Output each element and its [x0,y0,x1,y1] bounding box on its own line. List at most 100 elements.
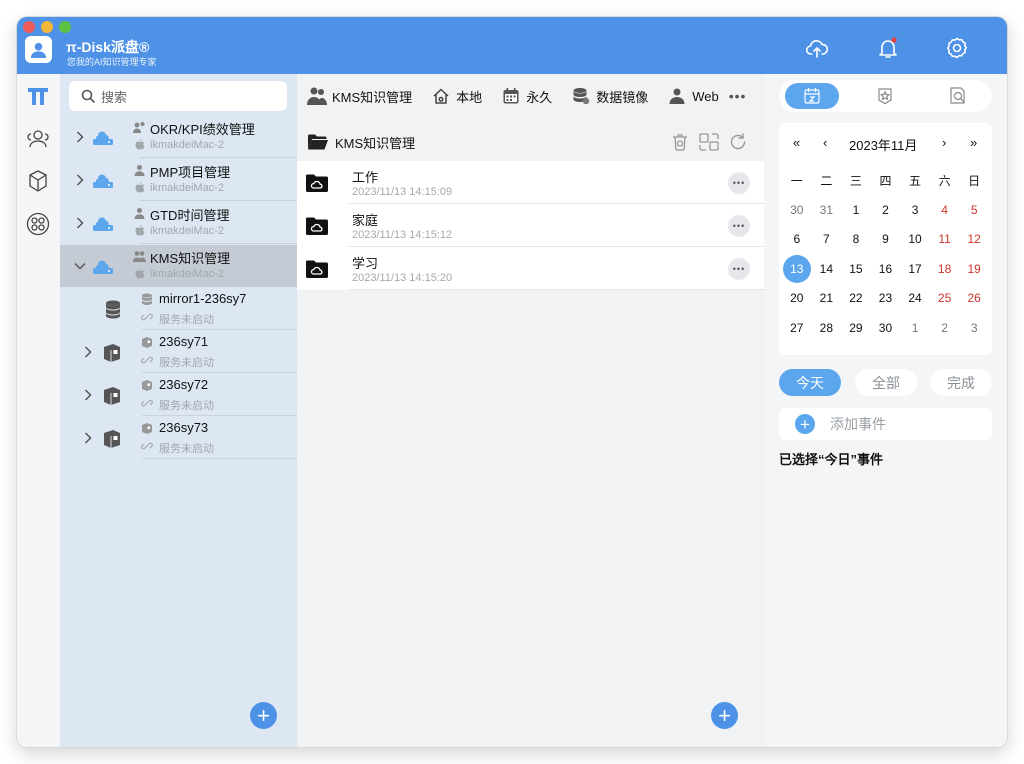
tree-node[interactable]: GTD时间管理 ikmakdeiMac-2 [60,202,297,244]
apple-icon [135,182,145,193]
more-tabs-button[interactable]: ••• [729,88,747,104]
file-row[interactable]: 工作 2023/11/13 14:15:09 ••• [297,161,764,204]
calendar-day[interactable]: 7 [812,232,842,246]
tab-data-mirror[interactable]: 数据镜像 [570,86,648,106]
chevron-right-icon[interactable] [80,430,96,446]
calendar-day[interactable]: 30 [782,203,812,217]
file-more-button[interactable]: ••• [728,172,750,194]
add-server-button[interactable]: + [250,702,277,729]
calendar-day[interactable]: 2 [871,203,901,217]
favorites-view-tab[interactable] [858,83,912,109]
calendar-day[interactable]: 3 [900,203,930,217]
calendar-day[interactable]: 23 [871,291,901,305]
chevron-right-icon[interactable] [80,387,96,403]
file-more-button[interactable]: ••• [728,258,750,280]
next-month-button[interactable]: › [942,135,946,150]
prev-year-button[interactable]: « [793,135,800,150]
chevron-right-icon[interactable] [72,172,88,188]
day-number: 1 [911,320,919,335]
calendar-day[interactable]: 26 [959,291,989,305]
file-more-button[interactable]: ••• [728,215,750,237]
add-event-input[interactable]: + 添加事件 [779,408,992,440]
tree-child-node[interactable]: 236sy71 服务未启动 [60,331,297,373]
day-number: 7 [823,232,830,247]
calendar-day[interactable]: 25 [930,291,960,305]
calendar-day[interactable]: 20 [782,291,812,305]
box-icon[interactable] [26,169,50,193]
calendar-day[interactable]: 14 [812,262,842,276]
calendar-day[interactable]: 4 [930,203,960,217]
day-number: 16 [878,261,893,276]
prev-month-button[interactable]: ‹ [823,135,827,150]
next-year-button[interactable]: » [970,135,977,150]
node-host: ikmakdeiMac-2 [150,268,224,280]
people-group-icon[interactable] [26,127,50,151]
node-title: GTD时间管理 [150,208,230,223]
zoom-window-button[interactable] [59,21,71,33]
calendar-day[interactable]: 16 [871,262,901,276]
calendar-day[interactable]: 3 [959,321,989,335]
filter-done[interactable]: 完成 [930,369,992,396]
calendar-day[interactable]: 6 [782,232,812,246]
tree-node[interactable]: PMP项目管理 ikmakdeiMac-2 [60,159,297,201]
chevron-down-icon[interactable] [72,258,88,274]
calendar-day[interactable]: 21 [812,291,842,305]
calendar-view-tab[interactable] [785,83,839,109]
tree-child-node[interactable]: 236sy73 服务未启动 [60,417,297,459]
copy-icon[interactable] [698,132,720,152]
search-input[interactable]: 搜索 [69,81,287,111]
calendar-day[interactable]: 1 [841,203,871,217]
calendar-day[interactable]: 27 [782,321,812,335]
node-title: 236sy73 [159,420,209,435]
tab-local[interactable]: 本地 [430,86,482,106]
pi-logo-icon[interactable] [26,84,50,108]
chevron-right-icon[interactable] [72,215,88,231]
chevron-right-icon[interactable] [72,129,88,145]
user-avatar-icon[interactable] [25,36,52,63]
calendar-day[interactable]: 28 [812,321,842,335]
calendar-day[interactable]: 24 [900,291,930,305]
tree-node[interactable]: OKR/KPI绩效管理 ikmakdeiMac-2 [60,116,297,158]
close-window-button[interactable] [23,21,35,33]
calendar-day[interactable]: 18 [930,262,960,276]
tab-permanent[interactable]: 永久 [500,86,552,106]
tree-node-selected[interactable]: KMS知识管理 ikmakdeiMac-2 [60,245,297,287]
calendar-day[interactable]: 8 [841,232,871,246]
calendar-day[interactable]: 1 [900,321,930,335]
calendar-day[interactable]: 19 [959,262,989,276]
bell-icon[interactable] [876,36,900,60]
tree-child-node[interactable]: mirror1-236sy7 服务未启动 [60,288,297,330]
apps-grid-icon[interactable] [26,212,50,236]
calendar-day[interactable]: 31 [812,203,842,217]
file-row[interactable]: 家庭 2023/11/13 14:15:12 ••• [297,204,764,247]
calendar-day[interactable]: 15 [841,262,871,276]
tree-child-node[interactable]: 236sy72 服务未启动 [60,374,297,416]
calendar-day[interactable]: 17 [900,262,930,276]
add-file-button[interactable]: + [711,702,738,729]
calendar-day[interactable]: 10 [900,232,930,246]
filter-all[interactable]: 全部 [855,369,917,396]
calendar-day-today[interactable]: 13 [782,254,812,283]
star-badge-icon [878,88,892,105]
refresh-icon[interactable] [728,132,748,152]
day-number: 11 [938,232,951,247]
chevron-right-icon[interactable] [80,344,96,360]
tab-web[interactable]: Web [666,86,719,106]
file-row[interactable]: 学习 2023/11/13 14:15:20 ••• [297,247,764,290]
calendar-day[interactable]: 12 [959,232,989,246]
cloud-upload-icon[interactable] [805,36,829,60]
tab-kms[interactable]: KMS知识管理 [306,86,412,106]
calendar-day[interactable]: 11 [930,232,960,246]
minimize-window-button[interactable] [41,21,53,33]
search-view-tab[interactable] [931,83,985,109]
calendar-day[interactable]: 29 [841,321,871,335]
gear-icon[interactable] [945,36,969,60]
calendar-day[interactable]: 22 [841,291,871,305]
calendar-day[interactable]: 2 [930,321,960,335]
calendar-day[interactable]: 30 [871,321,901,335]
calendar-day[interactable]: 5 [959,203,989,217]
trash-icon[interactable] [670,132,690,152]
calendar-day[interactable]: 9 [871,232,901,246]
filter-today[interactable]: 今天 [779,369,841,396]
day-number: 30 [878,320,893,335]
